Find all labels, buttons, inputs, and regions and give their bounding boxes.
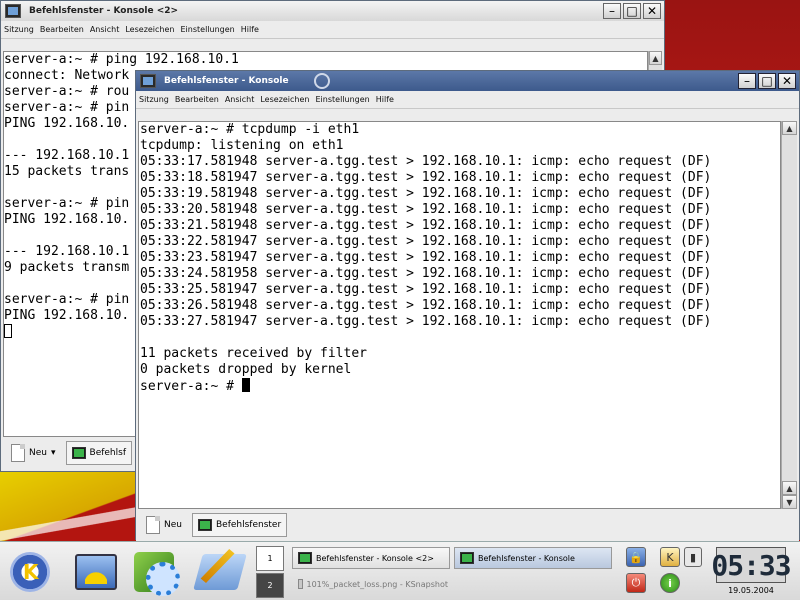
chevron-down-icon: ▾ bbox=[50, 448, 56, 458]
task-ksnapshot[interactable]: 101%_packet_loss.png - KSnapshot bbox=[292, 573, 454, 595]
maximize-button[interactable]: □ bbox=[623, 3, 641, 19]
menu-einstellungen[interactable]: Einstellungen bbox=[313, 95, 373, 104]
terminal-icon bbox=[298, 552, 312, 564]
scroll-up-button[interactable]: ▲ bbox=[782, 121, 797, 135]
terminal-line: 05:33:27.581947 server-a.tgg.test > 192.… bbox=[140, 314, 712, 329]
cursor bbox=[4, 324, 12, 338]
clock-date: 19.05.2004 bbox=[728, 586, 774, 595]
info-icon[interactable]: i bbox=[660, 573, 680, 593]
desktop-icon bbox=[75, 554, 117, 590]
cursor bbox=[241, 378, 250, 392]
minimize-button[interactable]: – bbox=[603, 3, 621, 19]
konsole-window[interactable]: Befehlsfenster - Konsole – □ ✕ Sitzung Be… bbox=[135, 70, 800, 541]
menu-bearbeiten[interactable]: Bearbeiten bbox=[37, 25, 87, 34]
terminal-line: 05:33:26.581948 server-a.tgg.test > 192.… bbox=[140, 298, 712, 313]
terminal-line: server-a:~ # tcpdump -i eth1 bbox=[140, 122, 360, 137]
task-label: Befehlsfenster - Konsole <2> bbox=[316, 553, 434, 563]
menubar: Sitzung Bearbeiten Ansicht Lesezeichen Einst… bbox=[136, 91, 799, 109]
menu-einstellungen[interactable]: Einstellungen bbox=[178, 25, 238, 34]
terminal-line: 05:33:25.581947 server-a.tgg.test > 192.… bbox=[140, 282, 712, 297]
ksnapshot-icon bbox=[298, 579, 303, 589]
new-document-icon bbox=[11, 444, 25, 462]
menu-lesezeichen[interactable]: Lesezeichen bbox=[122, 25, 177, 34]
terminal-line: 0 packets dropped by kernel bbox=[140, 362, 352, 377]
task-label: Befehlsfenster - Konsole bbox=[478, 553, 575, 563]
kde-logo-icon bbox=[314, 73, 330, 89]
scroll-up-button[interactable]: ▲ bbox=[649, 51, 662, 65]
shell-prompt: server-a:~ # bbox=[140, 379, 242, 394]
menu-bearbeiten[interactable]: Bearbeiten bbox=[172, 95, 222, 104]
control-center-icon bbox=[134, 552, 180, 596]
terminal-icon bbox=[460, 552, 474, 564]
terminal-line: 05:33:23.581947 server-a.tgg.test > 192.… bbox=[140, 250, 712, 265]
minimize-button[interactable]: – bbox=[738, 73, 756, 89]
terminal-line: 11 packets received by filter bbox=[140, 346, 367, 361]
terminal-output[interactable]: server-a:~ # tcpdump -i eth1 tcpdump: lis… bbox=[138, 121, 781, 509]
titlebar[interactable]: Befehlsfenster - Konsole – □ ✕ bbox=[136, 71, 799, 91]
terminal-line: 05:33:17.581948 server-a.tgg.test > 192.… bbox=[140, 154, 712, 169]
control-center-button[interactable] bbox=[128, 548, 180, 596]
menu-hilfe[interactable]: Hilfe bbox=[373, 95, 397, 104]
terminal-line: 05:33:19.581948 server-a.tgg.test > 192.… bbox=[140, 186, 712, 201]
terminal-line: 05:33:22.581947 server-a.tgg.test > 192.… bbox=[140, 234, 712, 249]
kde-panel: 1 2 Befehlsfenster - Konsole <2> Befehls… bbox=[0, 541, 800, 600]
terminal-line: server-a:~ # ping 192.168.10.1 bbox=[4, 52, 239, 67]
window-title: Befehlsfenster - Konsole <2> bbox=[29, 6, 179, 16]
menu-lesezeichen[interactable]: Lesezeichen bbox=[257, 95, 312, 104]
menu-ansicht[interactable]: Ansicht bbox=[222, 95, 258, 104]
prompt-line[interactable]: server-a:~ # bbox=[140, 378, 780, 394]
new-label: Neu bbox=[164, 520, 182, 530]
desktop-wallpaper-swoosh bbox=[0, 505, 140, 545]
session-tab[interactable]: Befehlsfenster bbox=[191, 513, 288, 537]
pager-desktop-1[interactable]: 1 bbox=[256, 546, 284, 571]
menu-sitzung[interactable]: Sitzung bbox=[136, 95, 172, 104]
clock-time: 05:33 bbox=[711, 548, 791, 582]
menubar: Sitzung Bearbeiten Ansicht Lesezeichen Einst… bbox=[1, 21, 664, 39]
logout-button[interactable]: ⏻ bbox=[626, 573, 646, 593]
k-menu-button[interactable] bbox=[4, 548, 56, 596]
menu-sitzung[interactable]: Sitzung bbox=[1, 25, 37, 34]
session-tab-label: Befehlsfenster bbox=[215, 520, 282, 530]
new-session-button[interactable]: Neu ▾ bbox=[7, 440, 60, 466]
terminal-icon bbox=[197, 519, 212, 531]
new-session-button[interactable]: Neu bbox=[142, 512, 186, 538]
konsole-icon bbox=[5, 4, 21, 18]
new-document-icon bbox=[146, 516, 160, 534]
terminal-icon bbox=[71, 447, 86, 459]
desktop-pager[interactable]: 1 2 bbox=[256, 546, 284, 598]
terminal-line: 05:33:18.581947 server-a.tgg.test > 192.… bbox=[140, 170, 712, 185]
session-tab[interactable]: Befehlsf bbox=[65, 441, 132, 465]
scroll-down-button-2[interactable]: ▲ bbox=[782, 481, 797, 495]
window-title: Befehlsfenster - Konsole bbox=[164, 76, 289, 86]
scrollbar[interactable]: ▲ ▼ ▲ bbox=[781, 121, 797, 509]
titlebar[interactable]: Befehlsfenster - Konsole <2> – □ ✕ bbox=[1, 1, 664, 21]
lock-screen-button[interactable]: 🔒 bbox=[626, 547, 646, 567]
maximize-button[interactable]: □ bbox=[758, 73, 776, 89]
terminal-line: 05:33:24.581958 server-a.tgg.test > 192.… bbox=[140, 266, 712, 281]
editor-button[interactable] bbox=[193, 548, 247, 596]
close-button[interactable]: ✕ bbox=[778, 73, 796, 89]
new-label: Neu bbox=[29, 448, 47, 458]
kwrite-icon bbox=[193, 554, 247, 590]
terminal-line: 05:33:20.581948 server-a.tgg.test > 192.… bbox=[140, 202, 712, 217]
terminal-line: 05:33:21.581948 server-a.tgg.test > 192.… bbox=[140, 218, 712, 233]
session-tabbar: Neu Befehlsfenster bbox=[136, 509, 799, 541]
konsole-icon bbox=[140, 74, 156, 88]
klipper-icon[interactable]: K bbox=[660, 547, 680, 567]
show-desktop-button[interactable] bbox=[70, 548, 122, 596]
task-konsole-2[interactable]: Befehlsfenster - Konsole <2> bbox=[292, 547, 450, 569]
menu-hilfe[interactable]: Hilfe bbox=[238, 25, 262, 34]
kde-k-menu-icon bbox=[10, 552, 50, 592]
task-label: 101%_packet_loss.png - KSnapshot bbox=[306, 579, 449, 589]
menu-ansicht[interactable]: Ansicht bbox=[87, 25, 123, 34]
task-konsole[interactable]: Befehlsfenster - Konsole bbox=[454, 547, 612, 569]
close-button[interactable]: ✕ bbox=[643, 3, 661, 19]
scroll-down-button[interactable]: ▼ bbox=[782, 495, 797, 509]
terminal-line: tcpdump: listening on eth1 bbox=[140, 138, 344, 153]
clock[interactable]: 05:33 bbox=[711, 547, 792, 583]
kmix-icon[interactable]: ▮ bbox=[684, 547, 702, 567]
session-tab-label: Befehlsf bbox=[89, 448, 126, 458]
pager-desktop-2[interactable]: 2 bbox=[256, 573, 284, 598]
